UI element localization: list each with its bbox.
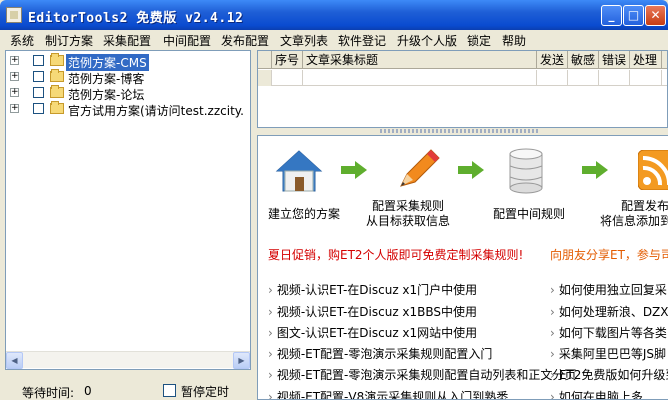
guide-panel: 建立您的方案 配置采集规则 从目标获取信息 配置中间规则 配置发布 将信息添加到… (257, 135, 668, 400)
table-cell (537, 70, 568, 86)
faq-link[interactable]: 如何下载图片等各类 (550, 324, 667, 341)
tree-item-label: 官方试用方案(请访问test.zzcity. (68, 104, 244, 118)
scroll-left-icon[interactable]: ◀ (6, 352, 23, 369)
folder-icon (50, 101, 64, 114)
pause-timer-checkbox[interactable] (163, 384, 176, 397)
folder-icon (50, 85, 64, 98)
faq-link[interactable]: ET2免费版如何升级到 (550, 366, 668, 383)
column-header-index[interactable]: 序号 (272, 51, 303, 69)
table-cell (303, 70, 537, 86)
minimize-button[interactable]: _ (601, 5, 622, 26)
row-indicator-header (258, 51, 272, 69)
expand-icon[interactable]: + (10, 104, 19, 113)
step-label: 配置采集规则 (372, 199, 445, 213)
tree-checkbox[interactable] (33, 87, 44, 98)
video-link[interactable]: 图文-认识ET-在Discuz x1网站中使用 (268, 324, 477, 341)
tree-item[interactable]: + 范例方案-博客 (6, 69, 250, 86)
maximize-button[interactable]: □ (623, 5, 644, 26)
pause-timer-label: 暂停定时 (181, 385, 230, 399)
step-label: 配置中间规则 (493, 207, 566, 221)
expand-icon[interactable]: + (10, 88, 19, 97)
table-header: 序号 文章采集标题 发送 敏感 错误 处理 (258, 51, 667, 69)
house-icon (275, 150, 323, 192)
step-label: 建立您的方案 (268, 207, 341, 221)
folder-icon (50, 53, 64, 66)
menu-middle-config[interactable]: 中间配置 (163, 32, 211, 49)
column-header-title[interactable]: 文章采集标题 (303, 51, 537, 69)
share-banner[interactable]: 向朋友分享ET，参与司 (550, 246, 668, 263)
rss-icon (638, 150, 668, 190)
table-cell (272, 70, 303, 86)
menu-bar: 系统 制订方案 采集配置 中间配置 发布配置 文章列表 软件登记 升级个人版 锁… (0, 30, 668, 48)
step-publish[interactable]: 配置发布 将信息添加到 (600, 199, 668, 229)
splitter-grip[interactable] (380, 129, 540, 133)
menu-register[interactable]: 软件登记 (338, 32, 386, 49)
step-create-plan[interactable]: 建立您的方案 (268, 207, 340, 222)
table-cell (599, 70, 630, 86)
arrow-right-icon (341, 161, 367, 179)
faq-link[interactable]: 如何处理新浪、DZX等 (550, 303, 668, 320)
menu-article-list[interactable]: 文章列表 (280, 32, 328, 49)
expand-icon[interactable]: + (10, 56, 19, 65)
menu-help[interactable]: 帮助 (502, 32, 526, 49)
promo-banner[interactable]: 夏日促销，购ET2个人版即可免费定制采集规则! (268, 246, 523, 263)
video-link[interactable]: 视频-认识ET-在Discuz x1BBS中使用 (268, 303, 477, 320)
faq-link[interactable]: 如何使用独立回复采 (550, 281, 667, 298)
menu-upgrade[interactable]: 升级个人版 (397, 32, 457, 49)
title-bar: EditorTools2 免费版 v2.4.12 _ □ ✕ (0, 0, 668, 30)
tree-horizontal-scrollbar[interactable]: ◀ ▶ (6, 351, 250, 369)
tree-item[interactable]: + 官方试用方案(请访问test.zzcity. (6, 101, 250, 118)
menu-system[interactable]: 系统 (10, 32, 34, 49)
table-row[interactable] (258, 70, 667, 86)
scroll-right-icon[interactable]: ▶ (233, 352, 250, 369)
video-link[interactable]: 视频-认识ET-在Discuz x1门户中使用 (268, 281, 477, 298)
pencil-icon (400, 149, 440, 187)
step-sublabel: 将信息添加到 (600, 214, 668, 228)
arrow-right-icon (582, 161, 608, 179)
column-header-process[interactable]: 处理 (630, 51, 662, 69)
expand-icon[interactable]: + (10, 72, 19, 81)
plan-tree: + 范例方案-CMS + 范例方案-博客 + 范例方案-论坛 + 官方试用方案(… (5, 50, 251, 370)
app-icon (6, 7, 22, 23)
close-button[interactable]: ✕ (645, 5, 666, 26)
tree-checkbox[interactable] (33, 55, 44, 66)
tree-item[interactable]: + 范例方案-论坛 (6, 85, 250, 102)
faq-link[interactable]: 采集阿里巴巴等JS脚 (550, 345, 666, 362)
faq-link[interactable]: 如何在电脑上多 (550, 388, 643, 399)
column-header-sensitive[interactable]: 敏感 (568, 51, 599, 69)
article-table: 序号 文章采集标题 发送 敏感 错误 处理 (257, 50, 668, 128)
column-header-error[interactable]: 错误 (599, 51, 630, 69)
tree-item[interactable]: + 范例方案-CMS (6, 53, 250, 71)
step-middle-rules[interactable]: 配置中间规则 (493, 207, 565, 222)
video-link[interactable]: 视频-ET配置-V8演示采集规则从入门到熟悉 (268, 388, 508, 399)
menu-lock[interactable]: 锁定 (467, 32, 491, 49)
arrow-right-icon (458, 161, 484, 179)
table-cell (568, 70, 599, 86)
database-icon (509, 148, 543, 194)
step-label: 配置发布 (620, 199, 668, 213)
window-title: EditorTools2 免费版 v2.4.12 (28, 11, 244, 26)
tree-checkbox[interactable] (33, 71, 44, 82)
wait-time-label: 等待时间: (22, 386, 75, 400)
folder-icon (50, 69, 64, 82)
table-cell (630, 70, 662, 86)
step-sublabel: 从目标获取信息 (366, 214, 451, 228)
panel-splitter[interactable] (257, 128, 668, 134)
menu-publish-config[interactable]: 发布配置 (221, 32, 269, 49)
video-link[interactable]: 视频-ET配置-零泡演示采集规则配置自动列表和正文分页 (268, 366, 577, 383)
tree-checkbox[interactable] (33, 103, 44, 114)
row-indicator (258, 70, 272, 86)
wait-time-value: 0 (84, 384, 92, 398)
menu-plan[interactable]: 制订方案 (45, 32, 93, 49)
video-link[interactable]: 视频-ET配置-零泡演示采集规则配置入门 (268, 345, 493, 362)
menu-collect-config[interactable]: 采集配置 (103, 32, 151, 49)
column-header-send[interactable]: 发送 (537, 51, 568, 69)
step-collect-rules[interactable]: 配置采集规则 从目标获取信息 (366, 199, 450, 229)
